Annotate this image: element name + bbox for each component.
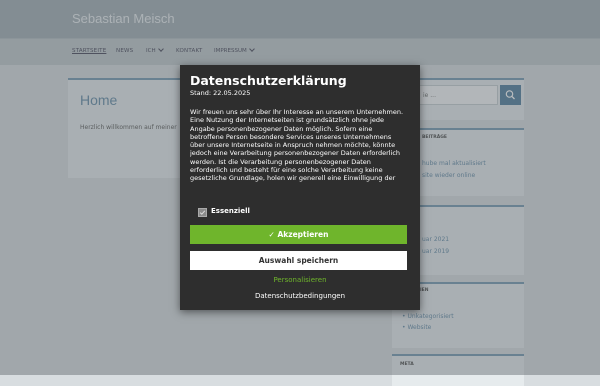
accept-button[interactable]: ✓ Akzeptieren xyxy=(190,225,407,244)
dialog-date: Stand: 22.05.2025 xyxy=(190,89,251,97)
checkmark-icon xyxy=(199,210,206,215)
essential-checkbox-label: Essenziell xyxy=(211,207,250,215)
dialog-title: Datenschutzerklärung xyxy=(190,73,347,88)
privacy-text-scroll[interactable]: Wir freuen uns sehr über Ihr Interesse a… xyxy=(190,108,406,190)
privacy-terms-link[interactable]: Datenschutzbedingungen xyxy=(180,292,420,300)
essential-checkbox[interactable] xyxy=(198,208,207,217)
personalize-link[interactable]: Personalisieren xyxy=(180,276,420,284)
cookie-consent-dialog: Datenschutzerklärung Stand: 22.05.2025 W… xyxy=(180,65,420,310)
save-selection-button[interactable]: Auswahl speichern xyxy=(190,251,407,270)
